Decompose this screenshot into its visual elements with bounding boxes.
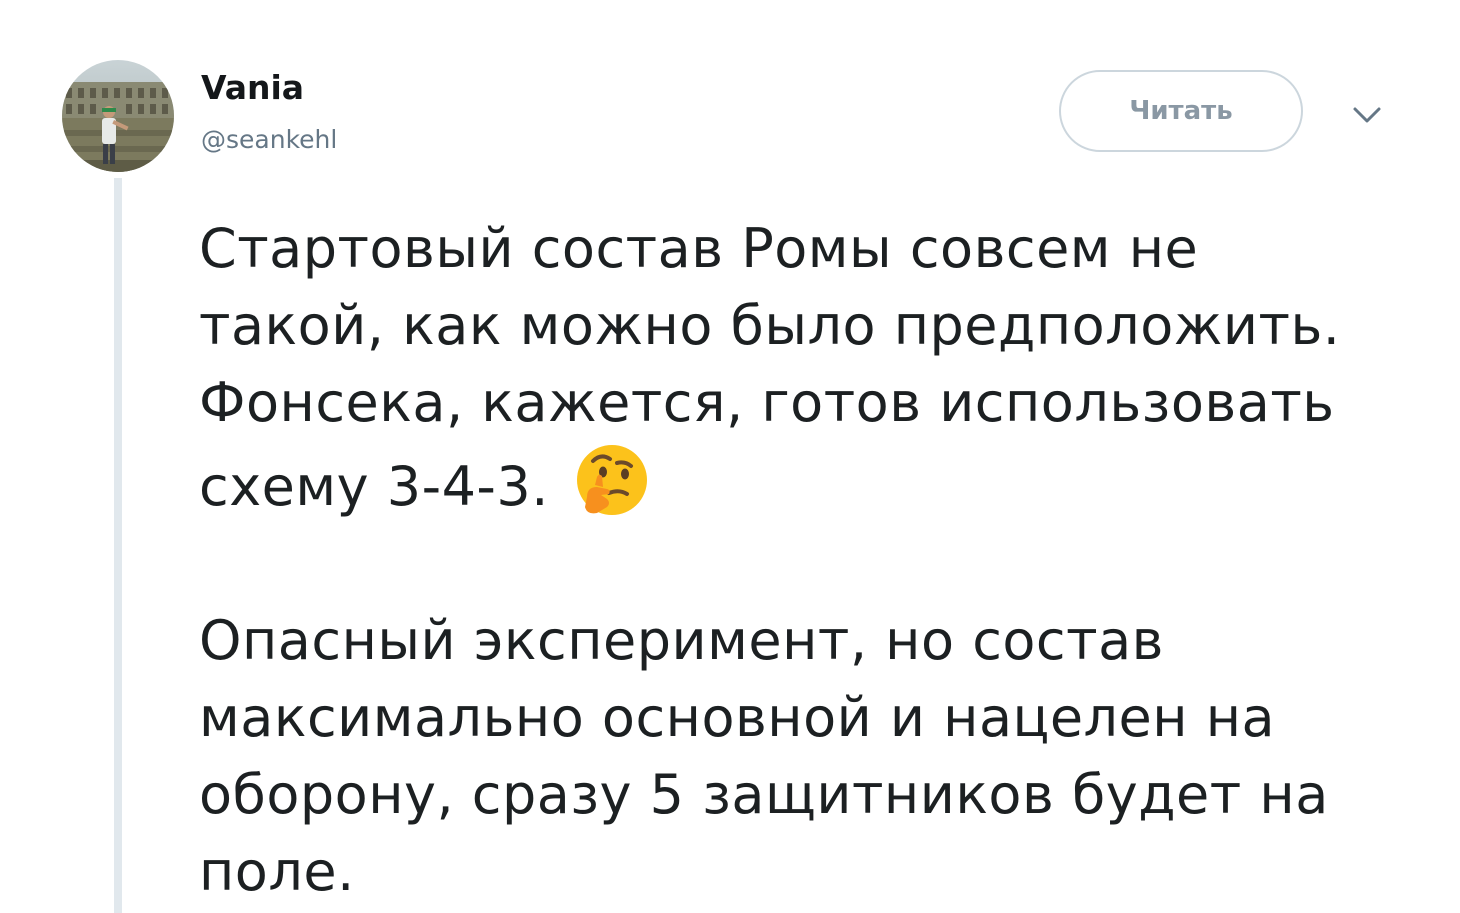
tweet-card: Vania @seankehl Читать Стартовый состав … — [0, 0, 1460, 913]
follow-button[interactable]: Читать — [1059, 70, 1303, 152]
tweet-line: Фонсека, кажется, готов использовать — [199, 371, 1335, 434]
author-handle[interactable]: @seankehl — [201, 125, 337, 154]
tweet-line: схему 3-4-3. — [199, 455, 549, 518]
thread-line — [114, 178, 122, 913]
tweet-line: Стартовый состав Ромы совсем не — [199, 217, 1199, 280]
tweet-line: поле. — [199, 840, 355, 903]
author-display-name[interactable]: Vania — [201, 68, 304, 107]
tweet-text: Стартовый состав Ромы совсем не такой, к… — [199, 210, 1419, 910]
avatar[interactable] — [62, 60, 174, 172]
tweet-line: Опасный эксперимент, но состав — [199, 609, 1164, 672]
chevron-down-icon[interactable] — [1345, 98, 1389, 134]
tweet-line: оборону, сразу 5 защитников будет на — [199, 763, 1329, 826]
avatar-photo — [62, 60, 174, 172]
tweet-line-with-emoji: схему 3-4-3. — [199, 441, 1419, 525]
tweet-line: максимально основной и нацелен на — [199, 686, 1276, 749]
thinking-face-emoji — [573, 441, 651, 519]
tweet-line: такой, как можно было предположить. — [199, 294, 1341, 357]
